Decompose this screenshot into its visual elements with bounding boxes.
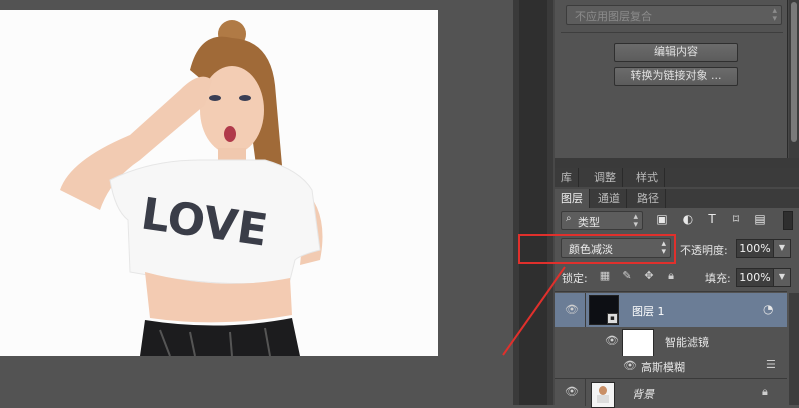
layer-filter-kind-select[interactable]: ⌕ 类型 ▴ ▾ [561, 211, 643, 230]
divider [561, 32, 783, 33]
image-filter-icon[interactable]: ▣ [654, 211, 670, 227]
properties-scrollbar[interactable] [789, 0, 799, 158]
opacity-input[interactable]: 100% [736, 239, 774, 258]
lock-icon: 🔒︎ [762, 385, 768, 398]
lock-paint-icon[interactable]: ✎ [620, 269, 634, 283]
search-icon: ⌕ [566, 213, 572, 224]
shape-filter-icon[interactable]: ⌑ [728, 211, 744, 227]
layer-name[interactable]: 背景 [632, 386, 654, 402]
opacity-label: 不透明度: [680, 244, 728, 257]
smart-filters-toggle-icon[interactable]: ◔ [763, 302, 773, 316]
adjustment-filter-icon[interactable]: ◐ [680, 211, 696, 227]
layer-name[interactable]: 图层 1 [632, 303, 665, 319]
chevron-down-icon: ▼ [778, 243, 786, 252]
chevron-down-icon: ▼ [778, 272, 786, 281]
fill-dropdown-button[interactable]: ▼ [773, 268, 791, 287]
tab-styles[interactable]: 样式 [630, 168, 665, 187]
annotation-arrow [502, 266, 566, 356]
layer-comp-select-label: 不应用图层复合 [575, 10, 652, 23]
layer-row-background[interactable]: 👁︎ 背景 🔒︎ [555, 378, 787, 408]
layers-scrollbar[interactable] [789, 293, 799, 405]
updown-arrows-icon: ▴ ▾ [772, 6, 777, 24]
edit-contents-button[interactable]: 编辑内容 [614, 43, 738, 62]
visibility-eye-icon[interactable]: 👁︎ [565, 386, 579, 397]
filter-name[interactable]: 高斯模糊 [641, 359, 685, 375]
tab-layers[interactable]: 图层 [555, 189, 590, 208]
layer-comp-select[interactable]: 不应用图层复合 ▴ ▾ [566, 5, 782, 25]
tab-paths[interactable]: 路径 [631, 189, 666, 208]
lock-all-icon[interactable]: 🔒︎ [664, 269, 678, 283]
filter-toggle-switch[interactable] [783, 211, 793, 230]
smart-object-filter-icon[interactable]: ▤ [752, 211, 768, 227]
tab-channels[interactable]: 通道 [592, 189, 627, 208]
panel-separator [555, 158, 799, 168]
panel-tabs-top: 库 调整 样式 [555, 168, 799, 187]
lock-position-icon[interactable]: ✥ [642, 269, 656, 283]
smart-filters-label: 智能滤镜 [665, 336, 709, 349]
convert-to-linked-button[interactable]: 转换为链接对象 ... [614, 67, 738, 86]
photo-girl-love-shirt: LOVE [0, 10, 438, 356]
updown-arrows-icon: ▴ ▾ [633, 212, 638, 230]
tab-adjustments[interactable]: 调整 [588, 168, 623, 187]
visibility-eye-icon[interactable]: 👁︎ [623, 360, 637, 371]
filter-kind-label: 类型 [578, 216, 600, 229]
tab-library[interactable]: 库 [555, 168, 579, 187]
canvas-image[interactable]: LOVE [0, 10, 438, 356]
filter-mask-thumbnail[interactable] [622, 329, 654, 357]
opacity-dropdown-button[interactable]: ▼ [773, 239, 791, 258]
fill-label: 填充: [705, 272, 731, 285]
fill-input[interactable]: 100% [736, 268, 774, 287]
type-filter-icon[interactable]: T [704, 211, 720, 227]
filter-blending-options-icon[interactable]: ☰ [766, 358, 776, 371]
layer-thumbnail [591, 382, 615, 408]
panel-tabs-layers: 图层 通道 路径 [555, 189, 799, 208]
